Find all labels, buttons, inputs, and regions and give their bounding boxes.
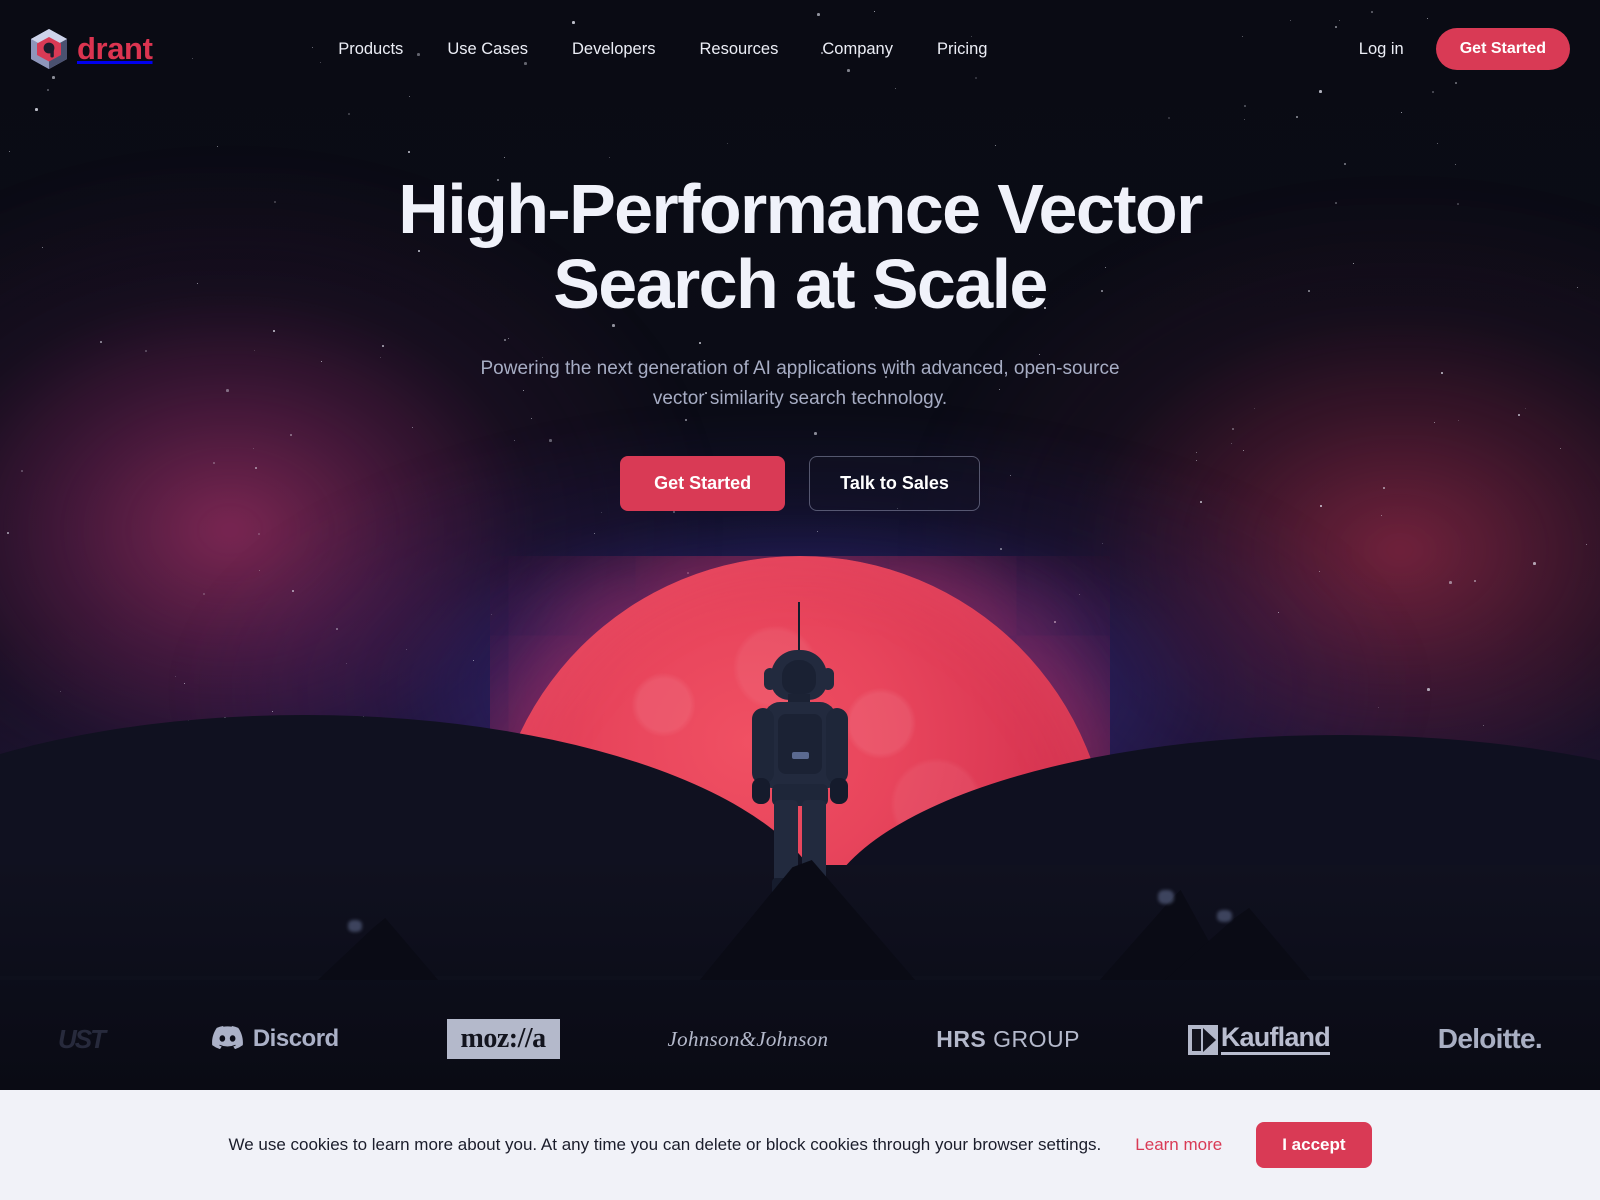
hrs-light: GROUP: [993, 1025, 1080, 1052]
logo-discord[interactable]: Discord: [211, 1025, 339, 1054]
cookie-consent-banner: We use cookies to learn more about you. …: [0, 1090, 1600, 1200]
site-header: drant Products Use Cases Developers Reso…: [0, 0, 1600, 98]
deloitte-wordmark: Deloitte.: [1437, 1023, 1543, 1054]
cookie-learn-more-link[interactable]: Learn more: [1135, 1135, 1222, 1155]
logo-ust[interactable]: UST: [58, 1023, 106, 1055]
nav-item-products[interactable]: Products: [338, 40, 403, 59]
customer-logo-strip: UST Discord moz://a Johnson&Johnson HRS …: [0, 988, 1600, 1090]
logo-deloitte[interactable]: Deloitte.: [1437, 1023, 1543, 1055]
kaufland-k-icon: [1187, 1024, 1218, 1055]
rock-highlight: [1217, 910, 1232, 922]
nav-item-resources[interactable]: Resources: [699, 40, 778, 59]
header-actions: Log in Get Started: [1359, 28, 1570, 70]
header-get-started-button[interactable]: Get Started: [1435, 28, 1570, 70]
logo-mozilla[interactable]: moz://a: [446, 1019, 560, 1059]
logo-home-link[interactable]: drant: [30, 28, 153, 70]
logo-johnson-and-johnson[interactable]: Johnson&Johnson: [668, 1027, 829, 1052]
johnson-and-johnson-wordmark: Johnson&Johnson: [667, 1026, 829, 1051]
rock-highlight: [1158, 890, 1174, 904]
discord-icon: [211, 1025, 243, 1054]
ust-wordmark: UST: [58, 1023, 106, 1054]
hrs-bold: HRS: [936, 1025, 987, 1052]
hero-cta-group: Get Started Talk to Sales: [0, 455, 1600, 511]
hero-talk-to-sales-button[interactable]: Talk to Sales: [809, 455, 980, 511]
hrs-group-wordmark: HRS GROUP: [936, 1026, 1080, 1053]
logo-hrs-group[interactable]: HRS GROUP: [936, 1026, 1080, 1053]
hero-subheadline: Powering the next generation of AI appli…: [480, 357, 1120, 409]
mozilla-wordmark: moz://a: [446, 1019, 560, 1059]
discord-wordmark: Discord: [252, 1025, 339, 1052]
hero-headline: High-Performance Vector Search at Scale: [398, 170, 1203, 323]
rock-highlight: [348, 920, 362, 932]
hero-get-started-button[interactable]: Get Started: [620, 455, 786, 511]
cookie-accept-button[interactable]: I accept: [1256, 1122, 1372, 1168]
cookie-message: We use cookies to learn more about you. …: [228, 1135, 1102, 1154]
nav-item-company[interactable]: Company: [822, 40, 893, 59]
nav-item-pricing[interactable]: Pricing: [937, 40, 987, 59]
kaufland-wordmark: Kaufland: [1220, 1023, 1331, 1055]
astronaut-silhouette: [746, 602, 854, 894]
logo-wordmark: drant: [77, 31, 153, 66]
landing-page: drant Products Use Cases Developers Reso…: [0, 0, 1600, 1200]
qdrant-cube-logo-icon: [30, 28, 68, 70]
primary-navigation: Products Use Cases Developers Resources …: [338, 40, 987, 59]
login-link[interactable]: Log in: [1359, 40, 1404, 59]
nav-item-use-cases[interactable]: Use Cases: [447, 40, 528, 59]
nav-item-developers[interactable]: Developers: [572, 40, 655, 59]
logo-kaufland[interactable]: Kaufland: [1187, 1023, 1331, 1055]
